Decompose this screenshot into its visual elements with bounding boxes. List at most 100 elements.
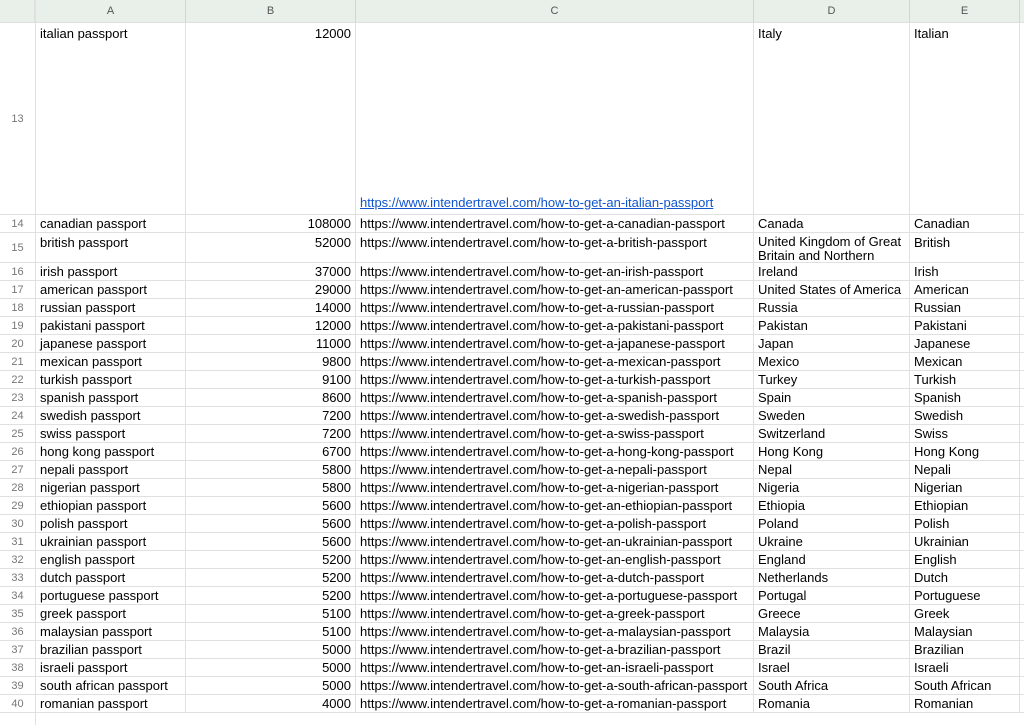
row-header[interactable]: 34: [0, 587, 35, 605]
cell[interactable]: Israel: [754, 659, 910, 676]
cell[interactable]: 5100: [186, 605, 356, 622]
row-header[interactable]: 16: [0, 263, 35, 281]
cell[interactable]: Poland: [754, 515, 910, 532]
cell[interactable]: English: [910, 551, 1020, 568]
cell[interactable]: Nepal: [754, 461, 910, 478]
cell[interactable]: Malaysia: [754, 623, 910, 640]
cell[interactable]: Pakistan: [754, 317, 910, 334]
cell[interactable]: turkish passport: [36, 371, 186, 388]
cell[interactable]: Brazilian: [910, 641, 1020, 658]
cell[interactable]: South African: [910, 677, 1020, 694]
cell[interactable]: Canadian: [910, 215, 1020, 232]
cell[interactable]: Greek: [910, 605, 1020, 622]
row-header[interactable]: 23: [0, 389, 35, 407]
cell[interactable]: Ethiopia: [754, 497, 910, 514]
row-header[interactable]: 17: [0, 281, 35, 299]
cell[interactable]: https://www.intendertravel.com/how-to-ge…: [356, 371, 754, 388]
cell[interactable]: Irish: [910, 263, 1020, 280]
cell[interactable]: japanese passport: [36, 335, 186, 352]
cell[interactable]: Japanese: [910, 335, 1020, 352]
cell[interactable]: Ukrainian: [910, 533, 1020, 550]
cell[interactable]: ethiopian passport: [36, 497, 186, 514]
cell[interactable]: 5200: [186, 587, 356, 604]
cell[interactable]: Nepali: [910, 461, 1020, 478]
cell[interactable]: mexican passport: [36, 353, 186, 370]
cell[interactable]: https://www.intendertravel.com/how-to-ge…: [356, 353, 754, 370]
row-header[interactable]: 38: [0, 659, 35, 677]
cell[interactable]: Hong Kong: [910, 443, 1020, 460]
row-header[interactable]: 35: [0, 605, 35, 623]
cell[interactable]: https://www.intendertravel.com/how-to-ge…: [356, 623, 754, 640]
cell[interactable]: south african passport: [36, 677, 186, 694]
cell[interactable]: italian passport: [36, 23, 186, 214]
cell[interactable]: 11000: [186, 335, 356, 352]
cell[interactable]: british passport: [36, 233, 186, 262]
row-header[interactable]: 19: [0, 317, 35, 335]
cell[interactable]: ukrainian passport: [36, 533, 186, 550]
cell[interactable]: hong kong passport: [36, 443, 186, 460]
cell[interactable]: https://www.intendertravel.com/how-to-ge…: [356, 443, 754, 460]
row-header[interactable]: 32: [0, 551, 35, 569]
cell[interactable]: Malaysian: [910, 623, 1020, 640]
cell[interactable]: greek passport: [36, 605, 186, 622]
row-header[interactable]: 29: [0, 497, 35, 515]
cell[interactable]: Mexican: [910, 353, 1020, 370]
row-header[interactable]: 14: [0, 215, 35, 233]
cell[interactable]: 9100: [186, 371, 356, 388]
row-header[interactable]: 26: [0, 443, 35, 461]
row-header[interactable]: 15: [0, 233, 35, 263]
column-header-A[interactable]: A: [36, 0, 186, 22]
cell[interactable]: Polish: [910, 515, 1020, 532]
cell[interactable]: 108000: [186, 215, 356, 232]
cell[interactable]: romanian passport: [36, 695, 186, 712]
cell[interactable]: 5200: [186, 569, 356, 586]
cell[interactable]: Ethiopian: [910, 497, 1020, 514]
column-header-B[interactable]: B: [186, 0, 356, 22]
column-header-C[interactable]: C: [356, 0, 754, 22]
cell[interactable]: Israeli: [910, 659, 1020, 676]
cell[interactable]: https://www.intendertravel.com/how-to-ge…: [356, 551, 754, 568]
cell[interactable]: Swedish: [910, 407, 1020, 424]
cell[interactable]: Ireland: [754, 263, 910, 280]
cell[interactable]: 5100: [186, 623, 356, 640]
cell[interactable]: Italy: [754, 23, 910, 214]
cell[interactable]: https://www.intendertravel.com/how-to-ge…: [356, 389, 754, 406]
cell[interactable]: https://www.intendertravel.com/how-to-ge…: [356, 695, 754, 712]
row-header[interactable]: 25: [0, 425, 35, 443]
cell[interactable]: Portuguese: [910, 587, 1020, 604]
cell[interactable]: Brazil: [754, 641, 910, 658]
cell[interactable]: Sweden: [754, 407, 910, 424]
cell[interactable]: 5000: [186, 659, 356, 676]
cell[interactable]: 5200: [186, 551, 356, 568]
row-header[interactable]: 24: [0, 407, 35, 425]
cell[interactable]: https://www.intendertravel.com/how-to-ge…: [356, 497, 754, 514]
cell[interactable]: 7200: [186, 425, 356, 442]
cell[interactable]: Dutch: [910, 569, 1020, 586]
cell[interactable]: https://www.intendertravel.com/how-to-ge…: [356, 569, 754, 586]
cell[interactable]: Portugal: [754, 587, 910, 604]
cell[interactable]: https://www.intendertravel.com/how-to-ge…: [356, 533, 754, 550]
cell[interactable]: South Africa: [754, 677, 910, 694]
cell[interactable]: Japan: [754, 335, 910, 352]
cell[interactable]: British: [910, 233, 1020, 262]
cell[interactable]: Hong Kong: [754, 443, 910, 460]
cell[interactable]: irish passport: [36, 263, 186, 280]
cell[interactable]: malaysian passport: [36, 623, 186, 640]
row-header[interactable]: 20: [0, 335, 35, 353]
cell[interactable]: https://www.intendertravel.com/how-to-ge…: [356, 23, 754, 214]
cell[interactable]: 29000: [186, 281, 356, 298]
row-header[interactable]: 18: [0, 299, 35, 317]
cell[interactable]: Russia: [754, 299, 910, 316]
cell[interactable]: Canada: [754, 215, 910, 232]
cell[interactable]: 5800: [186, 461, 356, 478]
row-header[interactable]: 31: [0, 533, 35, 551]
row-header[interactable]: 28: [0, 479, 35, 497]
cell[interactable]: https://www.intendertravel.com/how-to-ge…: [356, 659, 754, 676]
cell[interactable]: https://www.intendertravel.com/how-to-ge…: [356, 407, 754, 424]
cell[interactable]: https://www.intendertravel.com/how-to-ge…: [356, 263, 754, 280]
row-header[interactable]: 33: [0, 569, 35, 587]
cell[interactable]: portuguese passport: [36, 587, 186, 604]
cell[interactable]: russian passport: [36, 299, 186, 316]
row-header[interactable]: 40: [0, 695, 35, 713]
cell[interactable]: Greece: [754, 605, 910, 622]
